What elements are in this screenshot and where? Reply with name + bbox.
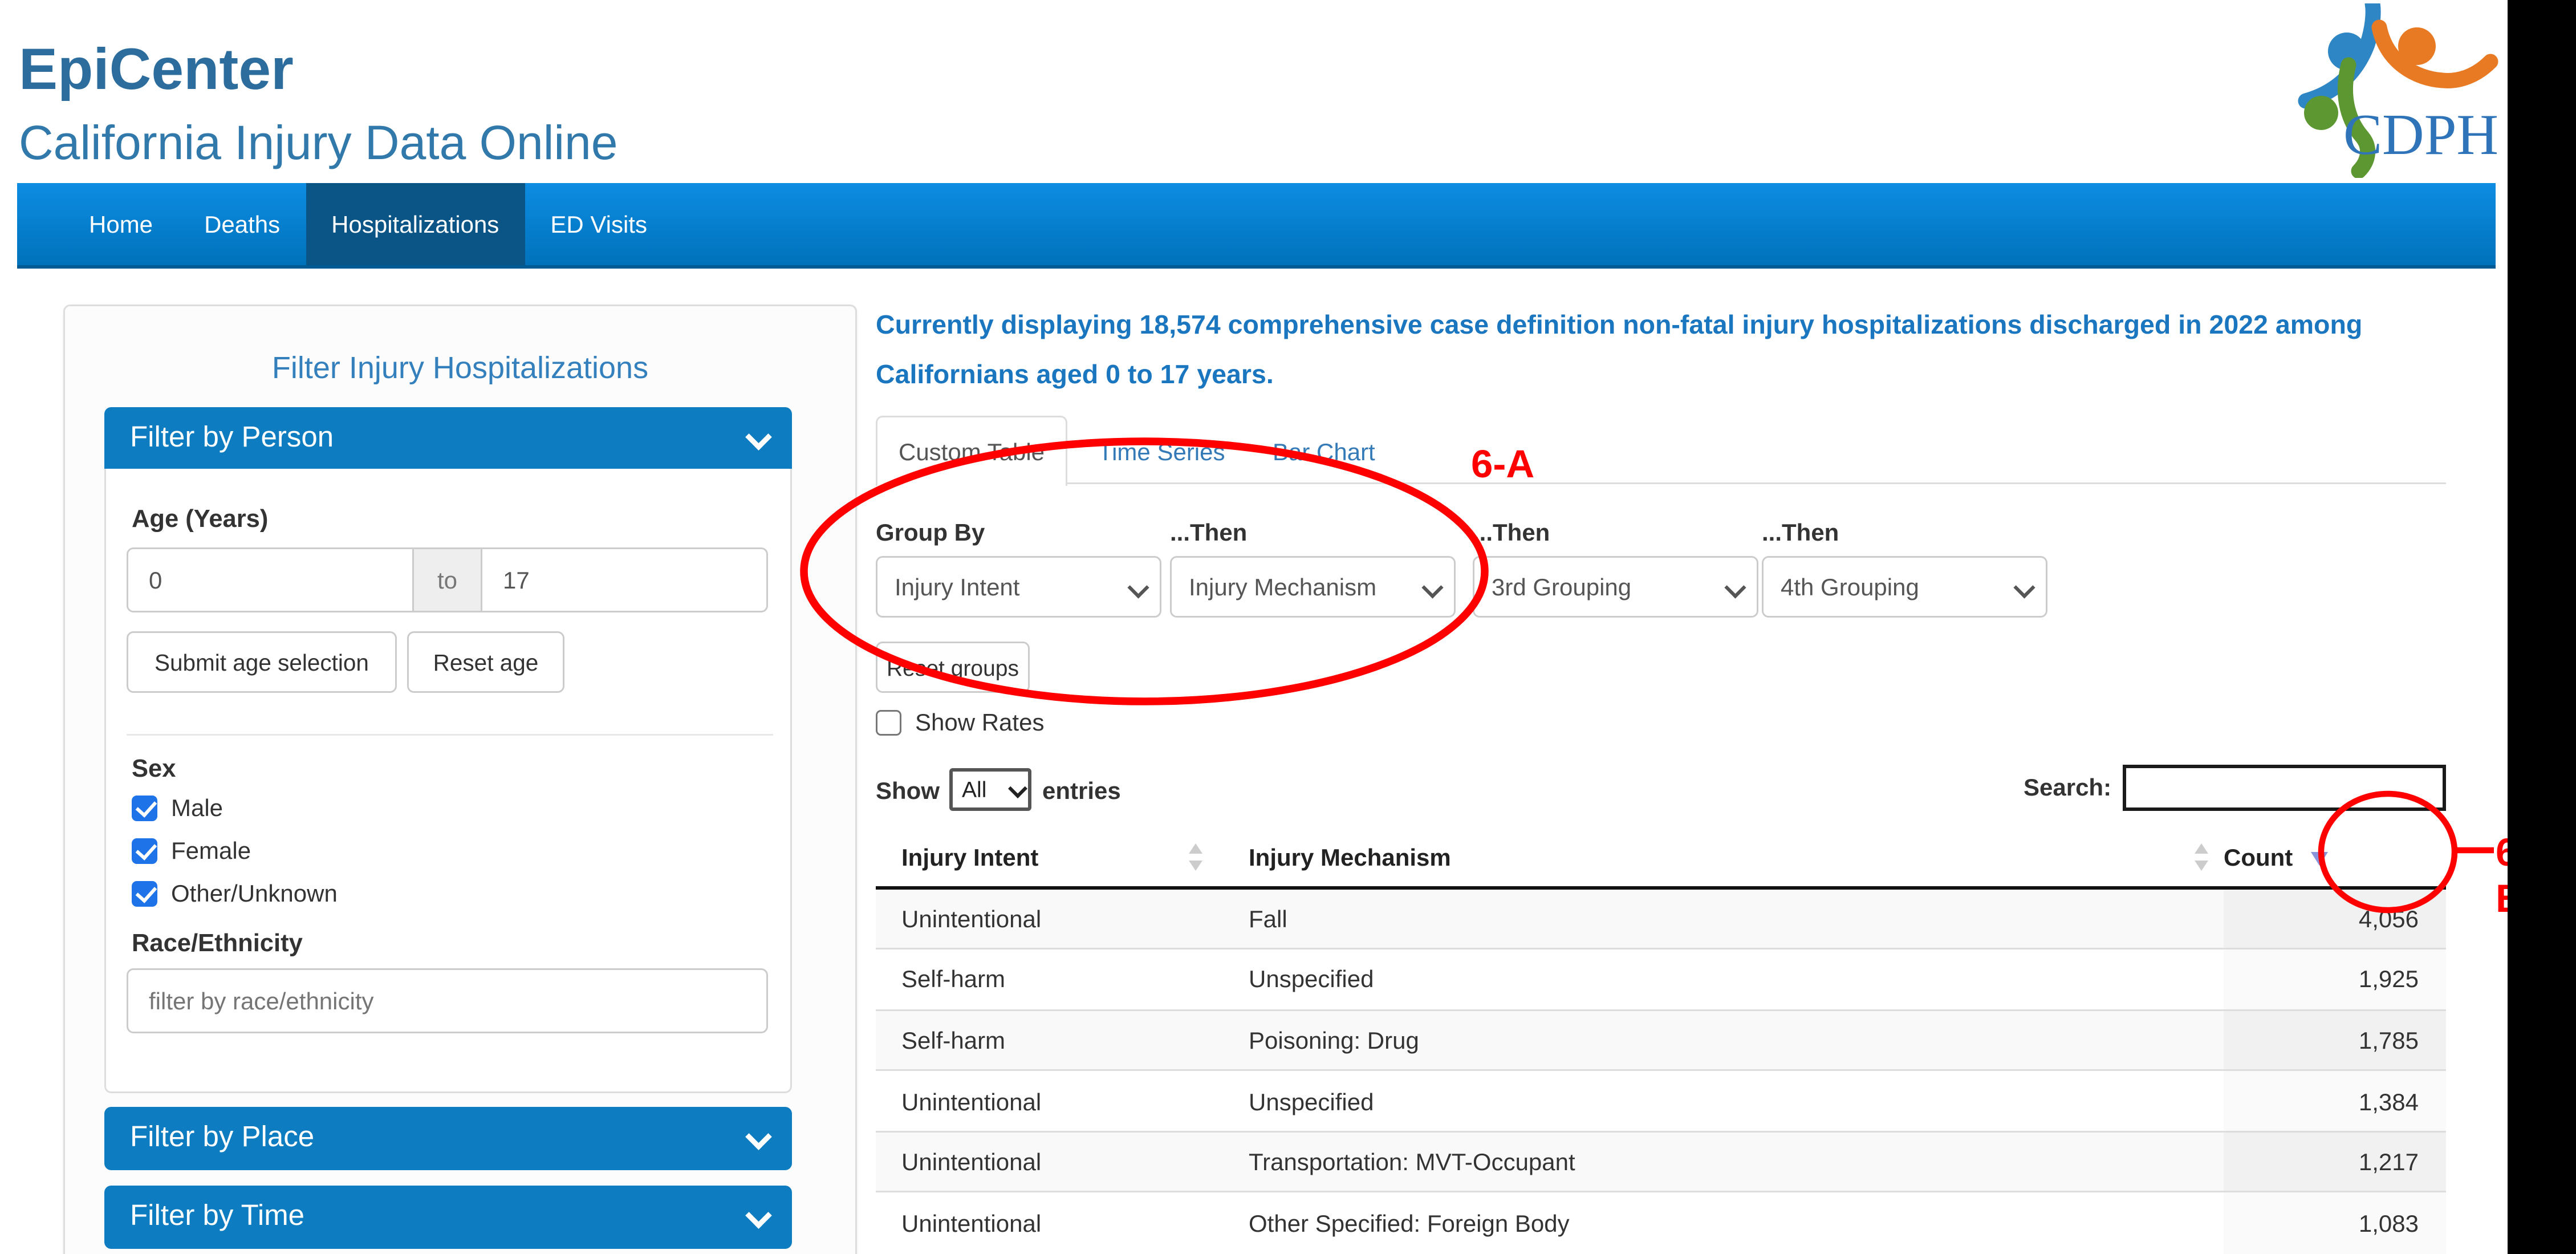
cdph-logo: CDPH xyxy=(2272,3,2504,178)
checkbox-male-icon[interactable] xyxy=(132,795,157,821)
main-nav: Home Deaths Hospitalizations ED Visits xyxy=(17,183,2496,269)
checkbox-female-icon[interactable] xyxy=(132,838,157,863)
logo-orange-figure xyxy=(2379,27,2490,80)
group-by-select-3[interactable]: 3rd Grouping xyxy=(1473,556,1758,618)
reset-groups-button[interactable]: Reset groups xyxy=(876,642,1030,693)
show-rates-checkbox[interactable] xyxy=(876,709,901,735)
column-header-injury-mechanism[interactable]: Injury Mechanism xyxy=(1218,826,2224,888)
filter-by-time-header[interactable]: Filter by Time xyxy=(104,1186,792,1249)
column-header-injury-intent[interactable]: Injury Intent xyxy=(876,826,1218,888)
logo-text: CDPH xyxy=(2343,103,2498,167)
nav-item-hospitalizations[interactable]: Hospitalizations xyxy=(306,183,525,265)
age-to-input[interactable] xyxy=(481,547,768,612)
age-from-input[interactable] xyxy=(127,547,414,612)
age-label: Age (Years) xyxy=(132,506,268,534)
age-separator: to xyxy=(414,547,481,612)
show-rates-option[interactable]: Show Rates xyxy=(876,708,1044,736)
chevron-down-icon xyxy=(747,428,765,445)
app-title: EpiCenter xyxy=(19,38,294,104)
filter-panel-title: Filter Injury Hospitalizations xyxy=(65,351,855,387)
checkbox-other-icon[interactable] xyxy=(132,880,157,906)
show-rates-label: Show Rates xyxy=(915,708,1044,736)
then-label-4: ...Then xyxy=(1762,518,1839,546)
table-header-row: Injury Intent Injury Mechanism Count xyxy=(876,826,2446,888)
results-table: Injury Intent Injury Mechanism Count Uni xyxy=(876,826,2446,1253)
show-label: Show xyxy=(876,776,940,803)
filter-by-time-label: Filter by Time xyxy=(130,1199,304,1233)
entries-select-wrap: All xyxy=(950,768,1032,811)
group-by-select-1[interactable]: Injury Intent xyxy=(876,556,1161,618)
filter-by-person-label: Filter by Person xyxy=(130,421,334,455)
search-input[interactable] xyxy=(2123,765,2446,811)
filter-by-person-body: Age (Years) to Submit age selection Rese… xyxy=(104,469,792,1093)
sort-icon xyxy=(2195,843,2210,871)
sort-icon xyxy=(1189,843,1204,871)
group-by-select-3-wrap: 3rd Grouping xyxy=(1473,556,1758,618)
table-row: Unintentional Other Specified: Foreign B… xyxy=(876,1192,2446,1253)
summary-text: Currently displaying 18,574 comprehensiv… xyxy=(876,303,2458,400)
app-subtitle: California Injury Data Online xyxy=(19,116,618,171)
table-row: Unintentional Fall 4,056 xyxy=(876,888,2446,949)
nav-item-deaths[interactable]: Deaths xyxy=(178,183,306,265)
column-header-count[interactable]: Count xyxy=(2224,826,2446,888)
age-range-group: to xyxy=(127,547,768,612)
view-tabs: Custom Table Time Series Bar Chart xyxy=(876,416,2446,484)
table-row: Self-harm Poisoning: Drug 1,785 xyxy=(876,1010,2446,1071)
tab-bar-chart[interactable]: Bar Chart xyxy=(1273,438,1375,465)
group-by-label: Group By xyxy=(876,518,985,546)
page: EpiCenter California Injury Data Online … xyxy=(0,0,2576,1254)
black-edge-strip xyxy=(2508,0,2576,1254)
checkbox-female-label: Female xyxy=(171,837,251,864)
group-by-select-2[interactable]: Injury Mechanism xyxy=(1170,556,1456,618)
sex-option-female[interactable]: Female xyxy=(132,837,251,864)
chevron-down-icon xyxy=(747,1127,765,1145)
table-row: Unintentional Transportation: MVT-Occupa… xyxy=(876,1131,2446,1192)
sex-option-other-unknown[interactable]: Other/Unknown xyxy=(132,879,338,907)
entries-control: Show All entries xyxy=(876,768,1121,811)
chevron-down-icon xyxy=(747,1206,765,1223)
tab-time-series[interactable]: Time Series xyxy=(1098,438,1225,465)
nav-item-home[interactable]: Home xyxy=(63,183,178,265)
search-label: Search: xyxy=(2024,773,2111,801)
table-row: Unintentional Unspecified 1,384 xyxy=(876,1070,2446,1131)
sex-label: Sex xyxy=(132,756,176,784)
group-by-select-2-wrap: Injury Mechanism xyxy=(1170,556,1456,618)
tab-custom-table[interactable]: Custom Table xyxy=(876,416,1067,486)
then-label-2: ...Then xyxy=(1170,518,1247,546)
entries-select[interactable]: All xyxy=(950,768,1032,811)
sex-option-male[interactable]: Male xyxy=(132,794,223,821)
page-content: EpiCenter California Injury Data Online … xyxy=(0,0,2508,1254)
sort-descending-icon xyxy=(2311,851,2329,865)
group-by-select-1-wrap: Injury Intent xyxy=(876,556,1161,618)
race-ethnicity-label: Race/Ethnicity xyxy=(132,931,303,958)
group-by-select-4-wrap: 4th Grouping xyxy=(1762,556,2047,618)
entries-label: entries xyxy=(1042,776,1121,803)
checkbox-male-label: Male xyxy=(171,794,223,821)
race-ethnicity-input[interactable] xyxy=(127,968,768,1033)
divider xyxy=(127,734,773,736)
checkbox-other-label: Other/Unknown xyxy=(171,879,338,907)
reset-age-button[interactable]: Reset age xyxy=(407,631,564,693)
table-row: Self-harm Unspecified 1,925 xyxy=(876,949,2446,1010)
filter-panel: Filter Injury Hospitalizations Filter by… xyxy=(63,305,857,1254)
filter-by-place-header[interactable]: Filter by Place xyxy=(104,1107,792,1170)
submit-age-button[interactable]: Submit age selection xyxy=(127,631,397,693)
annotation-label-6b: 6-B xyxy=(2496,830,2508,922)
then-label-3: ...Then xyxy=(1473,518,1550,546)
filter-by-person-header[interactable]: Filter by Person xyxy=(104,407,792,469)
nav-item-ed-visits[interactable]: ED Visits xyxy=(525,183,673,265)
filter-by-place-label: Filter by Place xyxy=(130,1121,314,1155)
group-by-select-4[interactable]: 4th Grouping xyxy=(1762,556,2047,618)
